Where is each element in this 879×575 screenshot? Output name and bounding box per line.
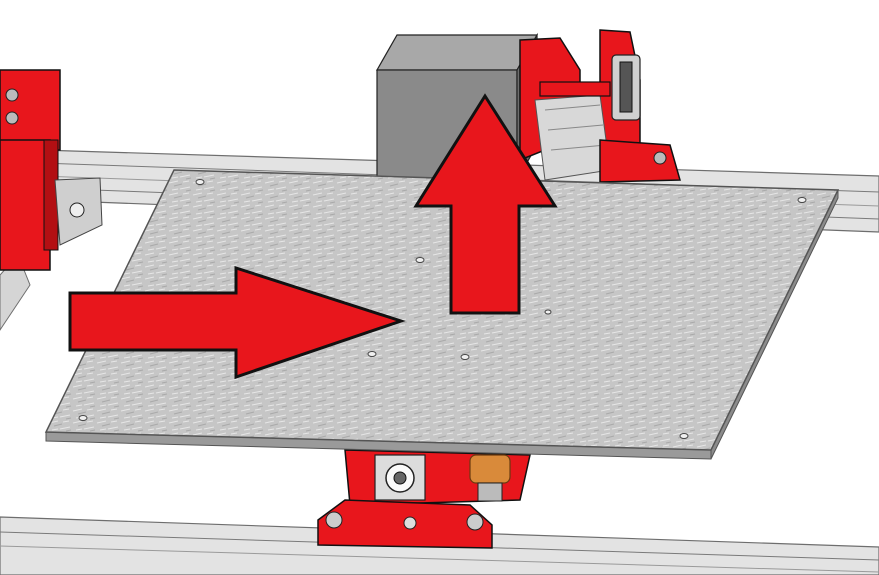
bottom-carriage <box>317 449 531 549</box>
3d-printer-bed-diagram <box>0 29 879 575</box>
right-motor-mount <box>519 29 681 183</box>
